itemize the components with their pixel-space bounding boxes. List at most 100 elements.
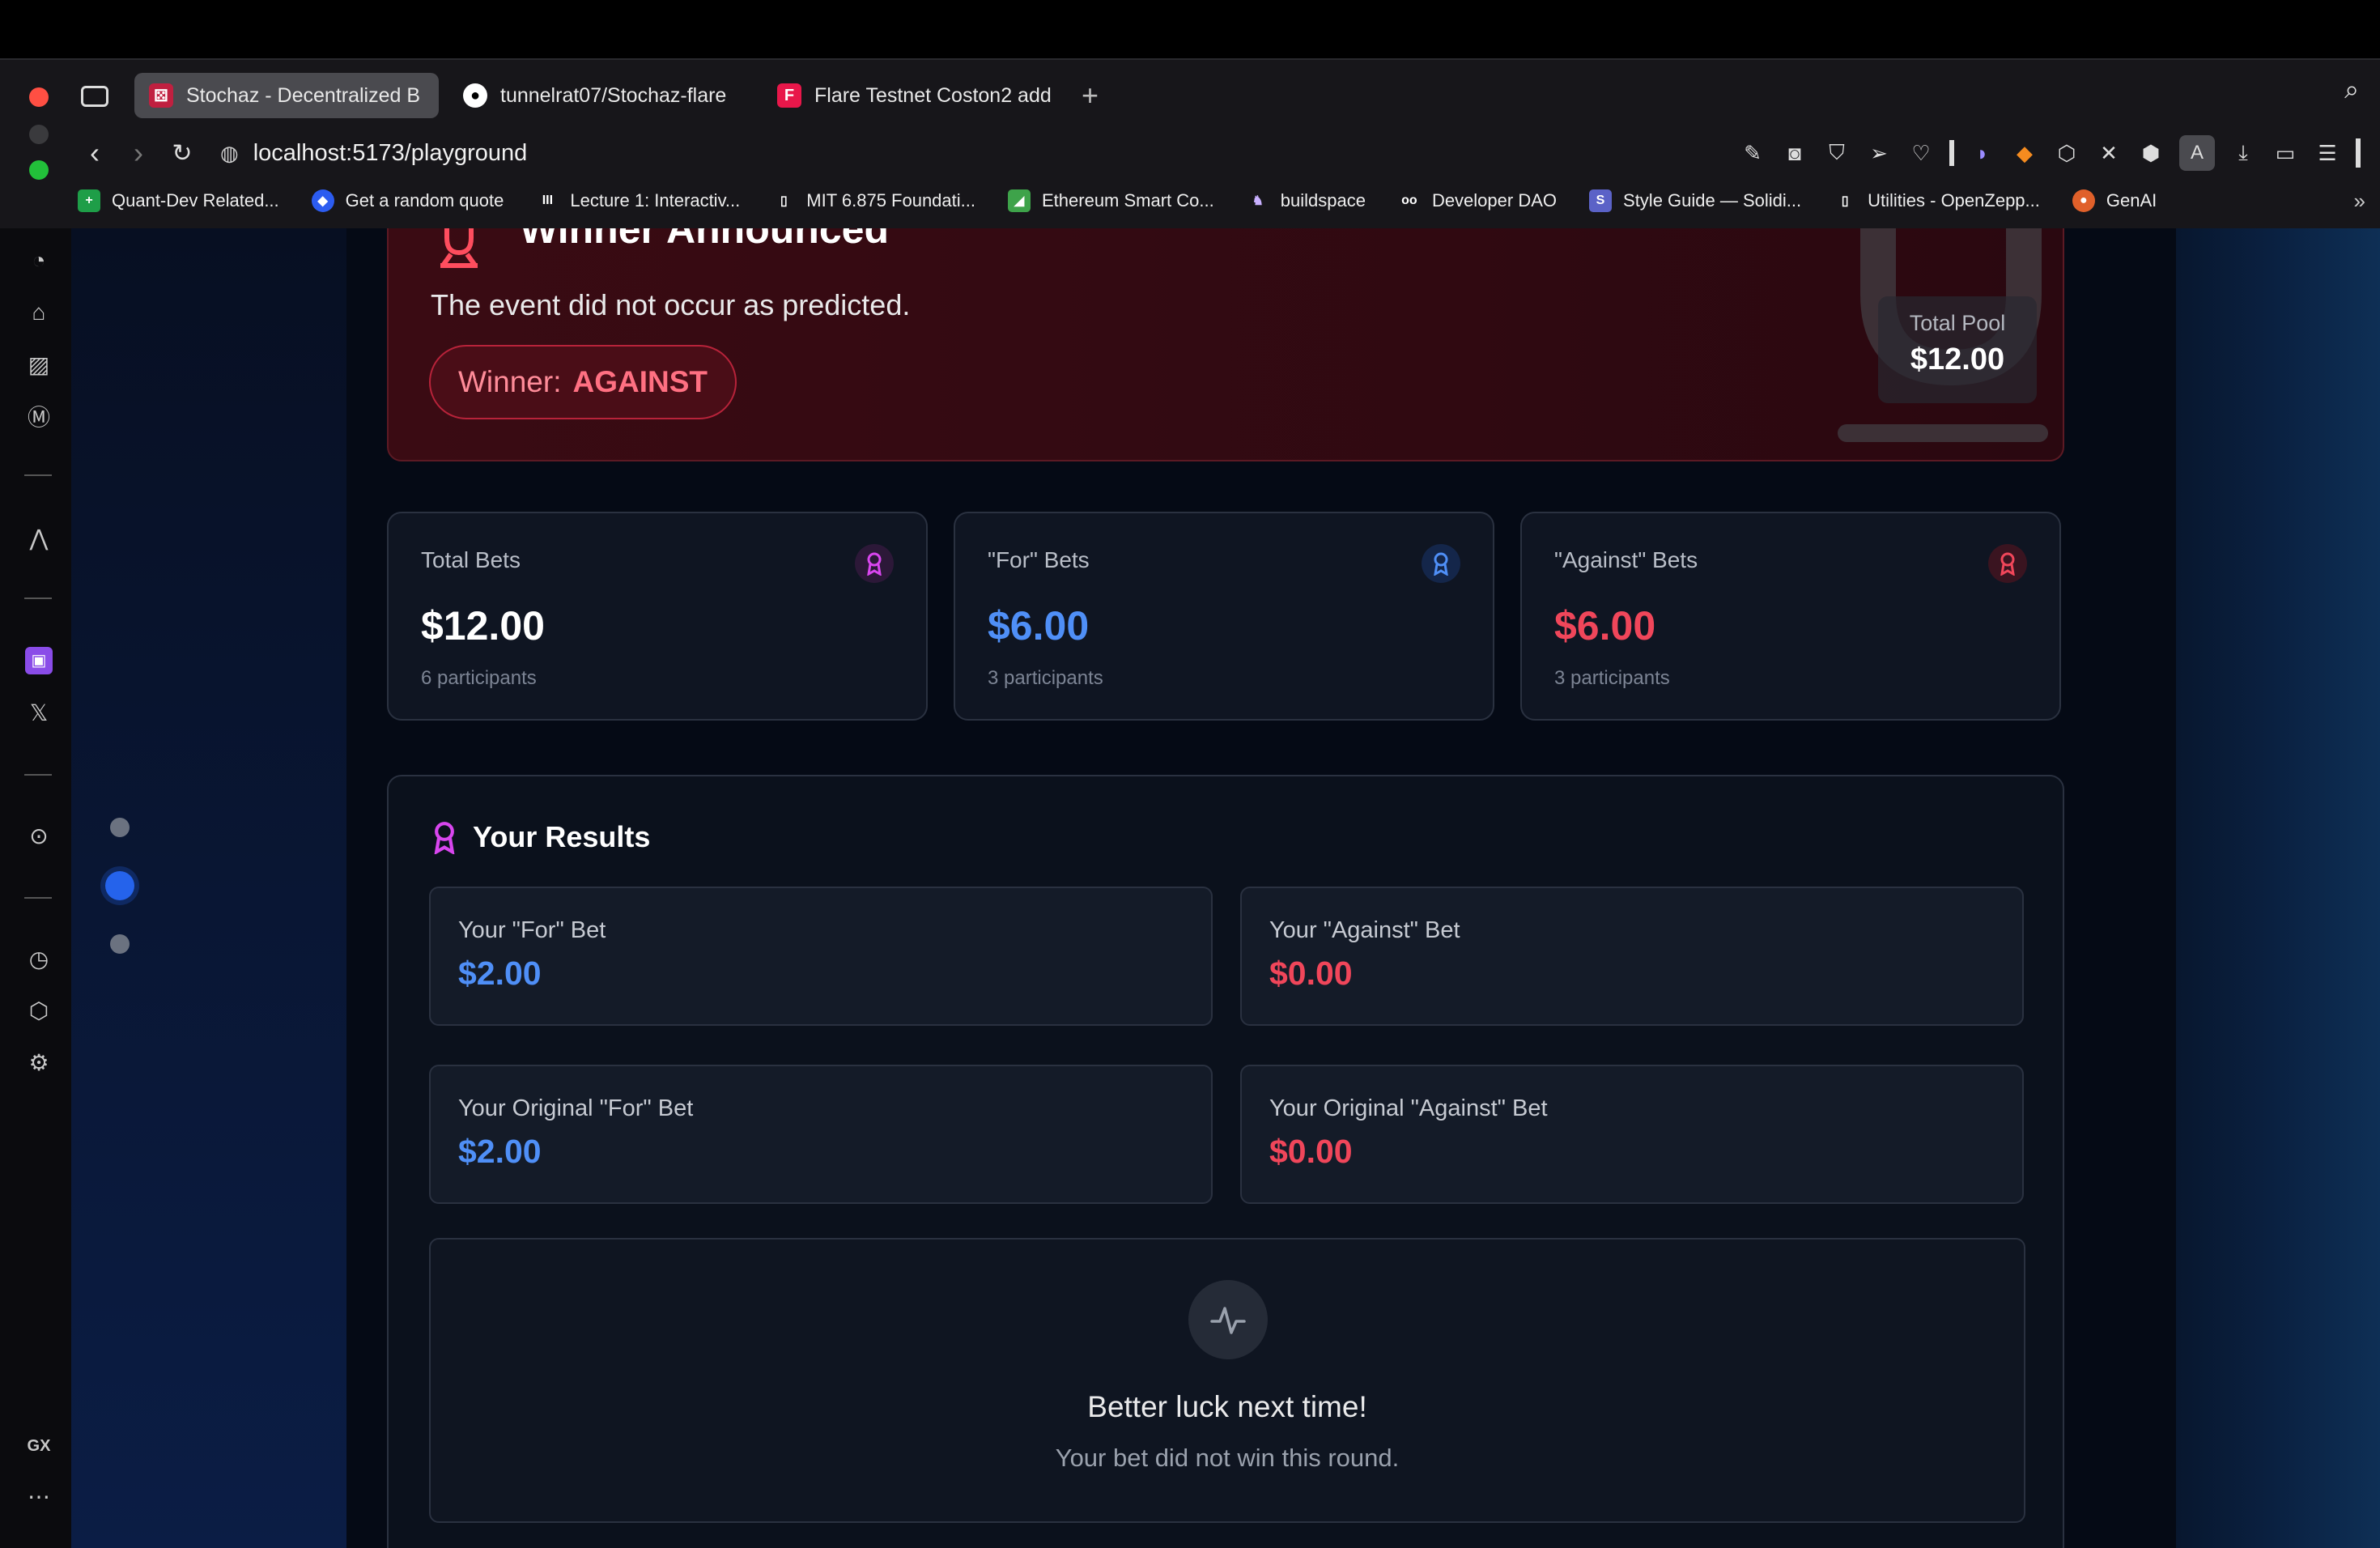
bookmark-item[interactable]: III Lecture 1: Interactiv... [536,189,741,212]
gx-store-icon[interactable]: ⌂ [23,296,55,329]
page-viewport: Winner Announced The event did not occur… [71,228,2380,1548]
maximize-window-button[interactable] [29,160,49,180]
settings-gear-icon[interactable]: ⚙ [23,1046,55,1078]
left-background [71,228,346,1548]
player-icon[interactable]: ⊙ [23,819,55,852]
sidebar-divider [24,774,52,776]
winner-badge: Winner: AGAINST [429,345,737,419]
camera-icon[interactable]: ◙ [1781,139,1808,167]
ghost-extension-icon[interactable]: ◗ [1969,139,1996,167]
winner-description: The event did not occur as predicted. [431,288,911,321]
speed-dial-icon[interactable]: ◔ [23,245,55,277]
bookmark-label: GenAI [2106,190,2157,211]
pager-dot-active[interactable] [105,871,134,900]
twitch-icon[interactable]: ▣ [23,644,55,677]
winner-badge-prefix: Winner: [458,365,562,398]
bookmark-icon: III [542,194,554,207]
stat-label: "For" Bets [988,547,1090,572]
total-pool-box: Total Pool $12.00 [1878,296,2037,403]
result-label: Your "Against" Bet [1269,917,1460,943]
flare-icon: F [777,83,801,108]
stat-participants: 6 participants [421,667,537,689]
cube-extension-icon[interactable]: ⬡ [2053,139,2080,167]
total-pool-value: $12.00 [1910,342,2005,376]
bookmark-item[interactable]: S Style Guide — Solidi... [1589,189,1801,212]
bookmark-item[interactable]: ▯ MIT 6.875 Foundati... [772,189,975,212]
menu-icon[interactable]: ☰ [2314,139,2341,167]
send-icon[interactable]: ➢ [1865,139,1893,167]
total-pool-label: Total Pool [1909,311,2006,335]
gx-label: GX [27,1436,51,1455]
more-bookmarks-icon[interactable]: » [2354,189,2365,214]
history-icon[interactable]: ◷ [23,942,55,975]
reload-button[interactable]: ↻ [160,131,204,175]
download-icon[interactable]: ⤓ [2229,139,2257,167]
stat-value: $12.00 [421,603,545,649]
heart-icon[interactable]: ♡ [1907,139,1935,167]
tab-label: Flare Testnet Coston2 add [814,83,1052,107]
back-button[interactable]: ‹ [73,131,117,175]
award-icon [434,822,455,854]
winner-title: Winner Announced [520,228,890,252]
stat-card-for: "For" Bets $6.00 3 participants [954,512,1494,721]
address-bar[interactable]: ◍ localhost:5173/playground [220,140,527,167]
trophy-icon [440,228,478,268]
new-tab-button[interactable]: + [1082,79,1099,113]
tab-flare[interactable]: F Flare Testnet Coston2 add [763,73,1067,118]
stat-label: "Against" Bets [1554,547,1698,572]
forward-button[interactable]: › [117,131,160,175]
extensions-cube-icon[interactable]: ⬡ [23,994,55,1027]
github-icon: ● [463,83,487,108]
aria-icon[interactable]: ⋀ [23,521,55,554]
pager-dot[interactable] [110,818,130,837]
stat-card-total: Total Bets $12.00 6 participants [387,512,928,721]
profile-avatar[interactable]: A [2179,135,2215,171]
tab-label: tunnelrat07/Stochaz-flare [500,83,727,107]
toolbar-divider [1949,140,1954,166]
winner-card: Winner Announced The event did not occur… [387,228,2064,461]
bookmark-icon: ◢ [1008,189,1031,212]
search-tabs-icon[interactable]: ⌕ [2344,74,2359,105]
bookmark-label: Lecture 1: Interactiv... [570,190,741,211]
gx-control-icon[interactable] [81,86,108,107]
winner-badge-value: AGAINST [572,365,708,398]
bookmark-item[interactable]: + Quant-Dev Related... [78,189,279,212]
bookmark-label: Developer DAO [1431,190,1558,211]
x-twitter-icon[interactable]: 𝕏 [23,696,55,729]
tab-stochaz[interactable]: ⚄ Stochaz - Decentralized B [134,73,439,118]
dice-icon: ⚄ [149,83,173,108]
more-options-icon[interactable]: ⋯ [23,1480,55,1512]
result-value: $0.00 [1269,1133,1353,1170]
tab-strip: ⚄ Stochaz - Decentralized B ● tunnelrat0… [134,71,1099,120]
bookmark-item[interactable]: ● GenAI [2072,189,2157,212]
award-icon [1988,544,2027,583]
mods-icon[interactable]: Ⓜ [23,400,55,432]
bookmark-icon: ◆ [311,189,334,212]
message-title: Better luck next time! [1087,1390,1367,1423]
bookmark-item[interactable]: ◢ Ethereum Smart Co... [1008,189,1214,212]
minimize-window-button[interactable] [29,125,49,144]
close-window-button[interactable] [29,87,49,107]
stat-participants: 3 participants [1554,667,1670,689]
globe-icon: ◍ [220,140,239,165]
bookmark-label: Quant-Dev Related... [112,190,279,211]
result-value: $2.00 [458,955,542,992]
stat-card-against: "Against" Bets $6.00 3 participants [1520,512,2061,721]
bookmark-item[interactable]: ▯ Utilities - OpenZepp... [1834,189,2040,212]
box-icon[interactable]: ⬢ [2137,139,2165,167]
x-extension-icon[interactable]: ✕ [2095,139,2123,167]
edit-icon[interactable]: ✎ [1739,139,1766,167]
result-label: Your "For" Bet [458,917,606,943]
bookmark-item[interactable]: ♞ buildspace [1247,189,1366,212]
metamask-icon[interactable]: ◆ [2011,139,2038,167]
bookmark-item[interactable]: oo Developer DAO [1398,189,1557,212]
shield-icon[interactable]: ⛉ [1823,139,1851,167]
document-icon: ▯ [1841,194,1849,208]
sidebar-divider [24,598,52,599]
pager-dot[interactable] [110,934,130,954]
gx-corner-icon[interactable]: ▨ [23,348,55,381]
tab-github[interactable]: ● tunnelrat07/Stochaz-flare [448,73,753,118]
battery-icon[interactable]: ▭ [2272,139,2299,167]
award-icon [1422,544,1460,583]
bookmark-item[interactable]: ◆ Get a random quote [311,189,504,212]
